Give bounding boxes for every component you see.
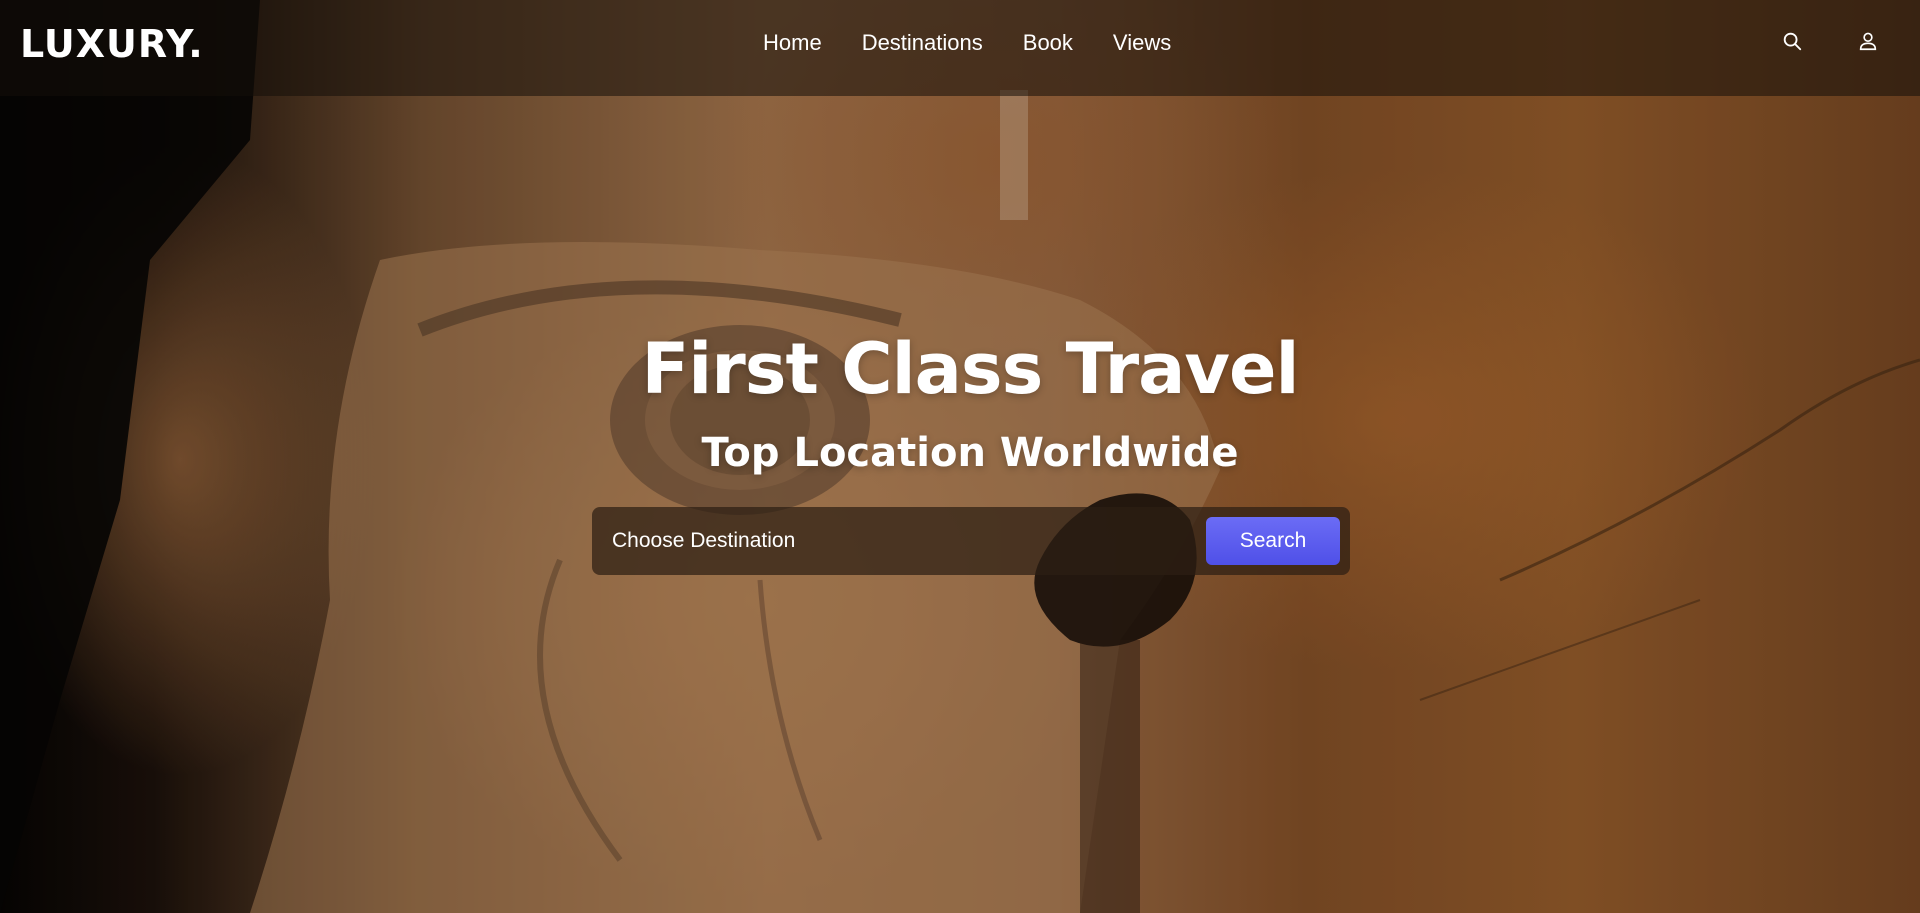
hero-section: LUXURY. Home Destinations Book Views Fir…	[0, 0, 1920, 913]
nav-item-destinations[interactable]: Destinations	[862, 30, 983, 56]
destination-search-input[interactable]	[610, 520, 1206, 562]
hero-subtitle: Top Location Worldwide	[701, 430, 1239, 476]
destination-search-bar: Search	[592, 507, 1350, 575]
nav-item-views[interactable]: Views	[1113, 30, 1171, 56]
search-icon[interactable]	[1779, 28, 1805, 54]
hero-title: First Class Travel	[641, 328, 1299, 410]
brand-logo[interactable]: LUXURY.	[20, 22, 204, 66]
top-navigation-bar: LUXURY. Home Destinations Book Views	[0, 0, 1920, 96]
main-nav: Home Destinations Book Views	[763, 30, 1171, 56]
user-icon[interactable]	[1855, 28, 1881, 54]
nav-item-home[interactable]: Home	[763, 30, 822, 56]
nav-item-book[interactable]: Book	[1023, 30, 1073, 56]
search-button[interactable]: Search	[1206, 517, 1340, 565]
